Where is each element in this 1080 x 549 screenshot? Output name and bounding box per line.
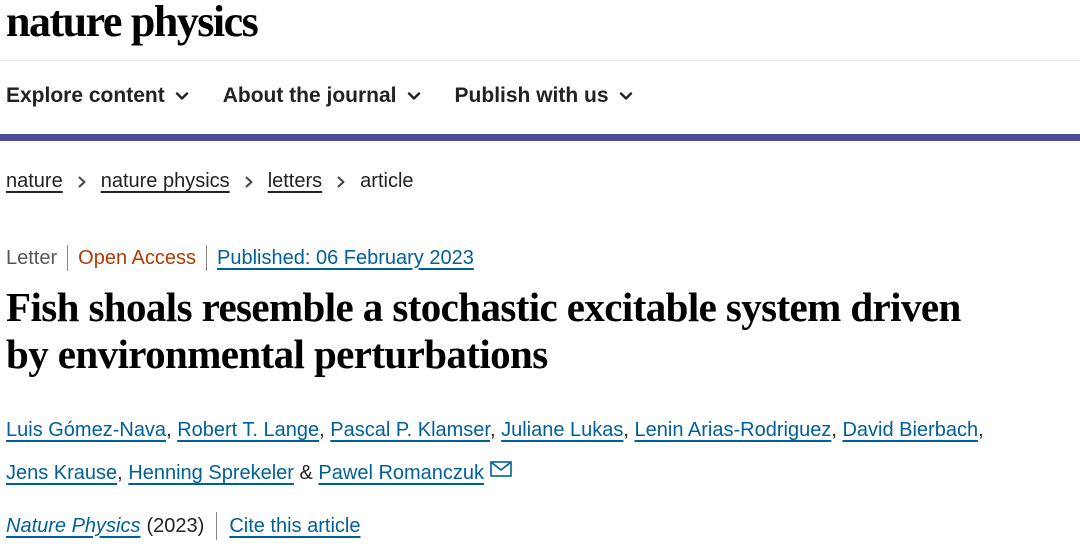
logo-nature: nature <box>6 0 122 46</box>
citation-line: Nature Physics (2023) Cite this article <box>6 512 360 540</box>
chevron-right-icon <box>78 176 86 187</box>
chevron-right-icon <box>245 176 253 187</box>
chevron-down-icon <box>407 92 420 100</box>
nav-publish-with-us[interactable]: Publish with us <box>455 84 633 108</box>
author-link[interactable]: Pascal P. Klamser <box>330 419 490 441</box>
nav-explore-content[interactable]: Explore content <box>6 84 189 108</box>
author-link[interactable]: David Bierbach <box>842 419 978 441</box>
logo-physics: physics <box>130 0 259 46</box>
author-ampersand: & <box>299 462 313 484</box>
author-list: Luis Gómez-Nava, Robert T. Lange, Pascal… <box>6 409 1076 495</box>
author-separator: , <box>489 419 496 441</box>
author-link[interactable]: Robert T. Lange <box>177 419 319 441</box>
breadcrumb-nature-physics[interactable]: nature physics <box>101 170 230 193</box>
published-date-link[interactable]: Published: 06 February 2023 <box>217 247 474 270</box>
journal-logo[interactable]: nature physics <box>6 0 259 47</box>
nav-accent-bar <box>0 134 1080 141</box>
author-separator: , <box>831 419 837 441</box>
meta-divider <box>67 245 69 271</box>
nav-label: Publish with us <box>454 84 609 107</box>
author-link[interactable]: Jens Krause <box>6 462 117 484</box>
chevron-right-icon <box>337 176 345 187</box>
breadcrumb-nature[interactable]: nature <box>6 170 63 193</box>
article-title: Fish shoals resemble a stochastic excita… <box>6 284 961 377</box>
author-link[interactable]: Lenin Arias-Rodriguez <box>635 419 832 441</box>
nav-about-journal[interactable]: About the journal <box>223 84 421 108</box>
cite-article-link[interactable]: Cite this article <box>229 515 360 538</box>
nav-label: Explore content <box>6 84 165 107</box>
citation-divider <box>216 512 218 540</box>
publication-year: (2023) <box>146 514 205 537</box>
breadcrumb-letters[interactable]: letters <box>268 170 322 193</box>
author-separator: , <box>117 462 123 484</box>
author-link[interactable]: Luis Gómez-Nava <box>6 419 166 441</box>
meta-divider <box>206 245 207 271</box>
article-type: Letter <box>6 246 58 269</box>
header-divider <box>0 60 1080 61</box>
author-separator: , <box>166 419 172 441</box>
breadcrumb: nature nature physics letters article <box>6 170 414 193</box>
breadcrumb-current: article <box>360 170 414 192</box>
nav-label: About the journal <box>222 84 397 107</box>
article-meta: Letter Open Access Published: 06 Februar… <box>6 245 474 271</box>
author-separator: , <box>978 419 984 441</box>
author-link[interactable]: Juliane Lukas <box>501 419 623 441</box>
author-link[interactable]: Henning Sprekeler <box>128 462 294 484</box>
open-access-badge: Open Access <box>78 246 196 269</box>
mail-icon[interactable] <box>490 461 512 477</box>
chevron-down-icon <box>619 92 632 100</box>
chevron-down-icon <box>175 92 188 100</box>
journal-link[interactable]: Nature Physics <box>6 515 141 538</box>
author-separator: , <box>623 419 629 441</box>
author-separator: , <box>319 419 325 441</box>
corresponding-author-link[interactable]: Pawel Romanczuk <box>318 462 484 484</box>
main-nav: Explore content About the journal Publis… <box>6 84 667 108</box>
